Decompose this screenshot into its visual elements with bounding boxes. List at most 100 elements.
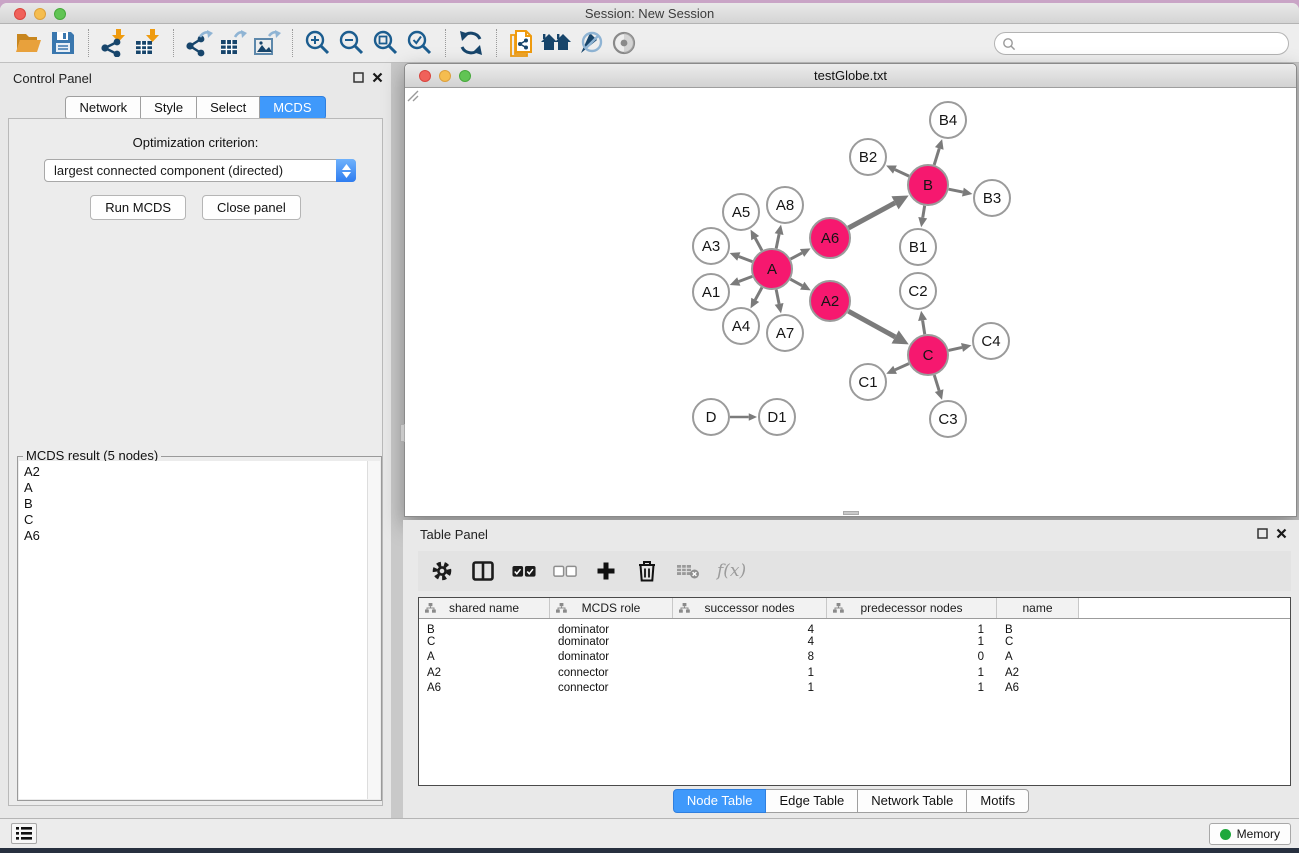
tab-network[interactable]: Network	[65, 96, 141, 120]
table-cell[interactable]: 4	[673, 623, 827, 635]
canvas-vscroll-thumb[interactable]	[400, 424, 405, 442]
table-cell[interactable]: dominator	[550, 650, 673, 666]
graph-edge-A-A3[interactable]	[739, 256, 753, 261]
graph-edge-A-A6[interactable]	[791, 253, 803, 259]
close-panel-button[interactable]: Close panel	[202, 195, 301, 220]
mcds-result-item[interactable]: C	[24, 512, 367, 528]
column-header-successor-nodes[interactable]: successor nodes	[673, 598, 827, 618]
table-cell[interactable]: 1	[673, 681, 827, 697]
table-row[interactable]: Cdominator41C	[419, 635, 1290, 651]
network-canvas[interactable]: B4B2BB3A8A5A6A3B1AA1C2A2A4A7C4CC1DD1C3	[405, 88, 1296, 516]
tab-style[interactable]: Style	[141, 96, 197, 120]
float-panel-icon[interactable]	[353, 72, 364, 83]
table-cell[interactable]: B	[997, 623, 1079, 635]
refresh-layout-icon[interactable]	[454, 27, 488, 59]
show-column-icon[interactable]	[471, 559, 495, 583]
search-input[interactable]	[1016, 35, 1288, 53]
table-row[interactable]: Adominator80A	[419, 650, 1290, 666]
table-cell[interactable]: connector	[550, 666, 673, 682]
table-cell[interactable]: dominator	[550, 635, 673, 651]
graph-edge-C-C1[interactable]	[895, 364, 909, 370]
table-cell[interactable]: dominator	[550, 623, 673, 635]
tab-edge-table[interactable]: Edge Table	[766, 789, 858, 813]
zoom-selected-icon[interactable]	[403, 27, 437, 59]
export-network-icon[interactable]	[182, 27, 216, 59]
table-row[interactable]: A6connector11A6	[419, 681, 1290, 697]
memory-button[interactable]: Memory	[1209, 823, 1291, 845]
column-header-shared-name[interactable]: shared name	[419, 598, 550, 618]
graph-edge-A-A8[interactable]	[776, 234, 779, 248]
tab-network-table[interactable]: Network Table	[858, 789, 967, 813]
table-cell[interactable]: A6	[997, 681, 1079, 697]
birds-eye-view-icon[interactable]	[607, 27, 641, 59]
export-table-icon[interactable]	[216, 27, 250, 59]
deselect-all-icon[interactable]	[553, 559, 577, 583]
table-cell[interactable]: B	[419, 623, 550, 635]
function-builder-icon[interactable]: f(x)	[717, 559, 746, 583]
graph-edge-C-C3[interactable]	[934, 375, 939, 391]
mcds-result-item[interactable]: A2	[24, 464, 367, 480]
save-session-icon[interactable]	[46, 27, 80, 59]
table-cell[interactable]: 1	[827, 623, 997, 635]
table-cell[interactable]: connector	[550, 681, 673, 697]
canvas-hscroll-thumb[interactable]	[843, 511, 859, 515]
new-network-document-icon[interactable]	[505, 27, 539, 59]
graph-edge-B-B2[interactable]	[895, 170, 909, 177]
table-cell[interactable]: A	[419, 650, 550, 666]
import-table-icon[interactable]	[131, 27, 165, 59]
delete-column-icon[interactable]	[635, 559, 659, 583]
zoom-fit-icon[interactable]	[369, 27, 403, 59]
zoom-in-icon[interactable]	[301, 27, 335, 59]
table-cell[interactable]: A	[997, 650, 1079, 666]
table-cell[interactable]: A6	[419, 681, 550, 697]
graph-edge-A-A4[interactable]	[755, 287, 762, 299]
column-header-MCDS-role[interactable]: MCDS role	[550, 598, 673, 618]
mcds-result-item[interactable]: B	[24, 496, 367, 512]
table-cell[interactable]: 8	[673, 650, 827, 666]
graph-edge-C-C2[interactable]	[923, 320, 925, 334]
import-network-icon[interactable]	[97, 27, 131, 59]
table-options-icon[interactable]	[430, 559, 454, 583]
hide-graphics-details-icon[interactable]	[573, 27, 607, 59]
optimization-criterion-select[interactable]: largest connected component (directed)	[44, 159, 356, 182]
mcds-result-item[interactable]: A	[24, 480, 367, 496]
table-cell[interactable]: 1	[827, 666, 997, 682]
table-cell[interactable]: 1	[827, 681, 997, 697]
resize-grip-icon[interactable]	[405, 88, 419, 102]
table-cell[interactable]: 4	[673, 635, 827, 651]
graph-edge-B-B1[interactable]	[923, 206, 925, 218]
add-column-icon[interactable]	[594, 559, 618, 583]
table-cell[interactable]: 0	[827, 650, 997, 666]
close-panel-icon[interactable]	[372, 72, 383, 83]
tab-mcds[interactable]: MCDS	[260, 96, 325, 120]
graph-edge-A-A1[interactable]	[739, 276, 753, 281]
export-image-icon[interactable]	[250, 27, 284, 59]
select-all-icon[interactable]	[512, 559, 536, 583]
delete-table-icon[interactable]	[676, 559, 700, 583]
graph-edge-A6-B[interactable]	[848, 203, 895, 228]
column-header-name[interactable]: name	[997, 598, 1079, 618]
table-row[interactable]: Bdominator41B	[419, 619, 1290, 635]
graph-edge-A-A2[interactable]	[790, 279, 802, 286]
table-cell[interactable]: A2	[419, 666, 550, 682]
graph-edge-A2-C[interactable]	[848, 311, 895, 337]
table-cell[interactable]: C	[997, 635, 1079, 651]
tab-select[interactable]: Select	[197, 96, 260, 120]
table-cell[interactable]: 1	[827, 635, 997, 651]
graph-edge-C-C4[interactable]	[948, 347, 962, 350]
table-cell[interactable]: C	[419, 635, 550, 651]
close-table-panel-icon[interactable]	[1276, 528, 1287, 539]
zoom-out-icon[interactable]	[335, 27, 369, 59]
float-table-panel-icon[interactable]	[1257, 528, 1268, 539]
tab-motifs[interactable]: Motifs	[967, 789, 1029, 813]
list-scrollbar[interactable]	[367, 461, 380, 799]
task-history-button[interactable]	[11, 823, 37, 844]
search-field[interactable]	[994, 32, 1289, 55]
table-cell[interactable]: A2	[997, 666, 1079, 682]
open-session-icon[interactable]	[12, 27, 46, 59]
table-cell[interactable]: 1	[673, 666, 827, 682]
graph-edge-A-A7[interactable]	[776, 290, 779, 304]
run-mcds-button[interactable]: Run MCDS	[90, 195, 186, 220]
column-header-predecessor-nodes[interactable]: predecessor nodes	[827, 598, 997, 618]
tab-node-table[interactable]: Node Table	[673, 789, 767, 813]
